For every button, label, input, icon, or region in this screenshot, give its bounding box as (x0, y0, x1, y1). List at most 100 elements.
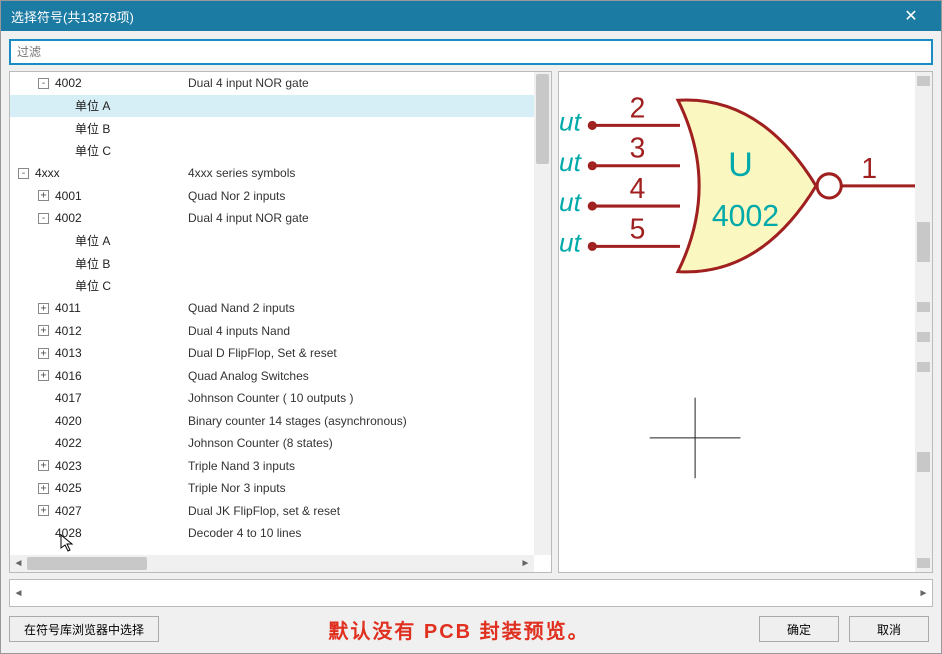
tree-item-name: 单位 B (75, 255, 110, 272)
expand-placeholder (58, 280, 69, 291)
scroll-right-icon[interactable]: ► (517, 555, 534, 572)
tree-row[interactable]: +4016 Quad Analog Switches (10, 365, 534, 388)
symbol-value: 4002 (712, 200, 779, 233)
dialog-window: 选择符号(共13878项) ✕ -4002Dual 4 input NOR ga… (0, 0, 942, 654)
tree-row[interactable]: 4022Johnson Counter (8 states) (10, 432, 534, 455)
filter-input[interactable] (9, 39, 933, 65)
tree-item-desc: Quad Analog Switches (188, 369, 309, 383)
expand-placeholder (58, 145, 69, 156)
tree-row[interactable]: +4025 Triple Nor 3 inputs (10, 477, 534, 500)
tree-row[interactable]: 单位 C (10, 140, 534, 163)
tree-row[interactable]: -4002 Dual 4 input NOR gate (10, 72, 534, 95)
tree-row[interactable]: 4028 Decoder 4 to 10 lines (10, 522, 534, 545)
tree-row[interactable]: 单位 A (10, 230, 534, 253)
tree-row[interactable]: +4011 Quad Nand 2 inputs (10, 297, 534, 320)
tree-row[interactable]: +4001 Quad Nor 2 inputs (10, 185, 534, 208)
pin-name: ut (559, 187, 583, 217)
expand-icon[interactable]: + (38, 483, 49, 494)
tree-item-desc: Triple Nand 3 inputs (188, 459, 295, 473)
expand-icon[interactable]: + (38, 190, 49, 201)
annotation-text: 默认没有 PCB 封装预览。 (167, 615, 751, 644)
tree-row[interactable]: 单位 B (10, 252, 534, 275)
pin-name: ut (559, 106, 583, 136)
tree-item-name: 4xxx (35, 166, 60, 180)
tree-item-desc: Dual JK FlipFlop, set & reset (188, 504, 340, 518)
tree-row[interactable]: 单位 C (10, 275, 534, 298)
tree-row[interactable]: 单位 B (10, 117, 534, 140)
expand-icon[interactable]: + (38, 460, 49, 471)
expand-placeholder (38, 393, 49, 404)
tree-row[interactable]: 4020 Binary counter 14 stages (asynchrono… (10, 410, 534, 433)
tree-row[interactable]: +4013 Dual D FlipFlop, Set & reset (10, 342, 534, 365)
tree-item-name: 单位 A (75, 232, 110, 249)
scroll-left-icon[interactable]: ◄ (10, 555, 27, 572)
tree-scroll[interactable]: -4002Dual 4 input NOR gate单位 A单位 B单位 C-4… (9, 71, 552, 573)
tree-item-desc: Decoder 4 to 10 lines (188, 526, 301, 540)
ok-button[interactable]: 确定 (759, 616, 839, 642)
collapse-icon[interactable]: - (38, 213, 49, 224)
tree-item-desc: Johnson Counter ( 10 outputs ) (188, 391, 353, 405)
window-title: 选择符号(共13878项) (11, 7, 891, 26)
main-row: -4002Dual 4 input NOR gate单位 A单位 B单位 C-4… (9, 71, 933, 573)
tree-row[interactable]: -4xxx 4xxx series symbols (10, 162, 534, 185)
inverter-bubble-icon (817, 174, 841, 198)
tree-item-desc: Triple Nor 3 inputs (188, 481, 286, 495)
gate-body (678, 100, 816, 272)
tree-item-name: 4013 (55, 346, 82, 360)
collapse-icon[interactable]: - (18, 168, 29, 179)
tree-item-name: 4020 (55, 414, 82, 428)
expand-placeholder (38, 528, 49, 539)
expand-placeholder (58, 258, 69, 269)
close-icon[interactable]: ✕ (891, 6, 931, 26)
tree-panel: -4002Dual 4 input NOR gate单位 A单位 B单位 C-4… (9, 71, 552, 573)
tree-item-name: 单位 A (75, 97, 110, 114)
pin-number: 4 (630, 172, 646, 204)
tree-item-name: 4002 (55, 76, 82, 90)
tree-item-desc: Quad Nor 2 inputs (188, 189, 285, 203)
tree-item-name: 单位 C (75, 277, 111, 294)
expand-icon[interactable]: + (38, 505, 49, 516)
pin-name: ut (559, 147, 583, 177)
selected-symbol-bar[interactable]: ◄ ► (9, 579, 933, 607)
tree-item-desc: Quad Nand 2 inputs (188, 301, 295, 315)
expand-icon[interactable]: + (38, 348, 49, 359)
tree-row[interactable]: +4027Dual JK FlipFlop, set & reset (10, 500, 534, 523)
tree-row[interactable]: +4023Triple Nand 3 inputs (10, 455, 534, 478)
tree-item-name: 单位 C (75, 142, 111, 159)
tree-item-name: 4001 (55, 189, 82, 203)
symbol-preview[interactable]: ut ut ut ut (558, 71, 933, 573)
browse-library-button[interactable]: 在符号库浏览器中选择 (9, 616, 159, 642)
symbol-ref: U (728, 146, 753, 184)
tree-item-desc: Binary counter 14 stages (asynchronous) (188, 414, 407, 428)
pin-name: ut (559, 227, 583, 257)
tree-row[interactable]: 单位 A (10, 95, 534, 118)
titlebar[interactable]: 选择符号(共13878项) ✕ (1, 1, 941, 31)
tree-item-desc: Dual D FlipFlop, Set & reset (188, 346, 337, 360)
expand-icon[interactable]: + (38, 325, 49, 336)
tree-row[interactable]: +4012Dual 4 inputs Nand (10, 320, 534, 343)
tree-item-desc: Dual 4 input NOR gate (188, 211, 309, 225)
tree-item-desc: Johnson Counter (8 states) (188, 436, 333, 450)
tree-item-name: 4016 (55, 369, 82, 383)
tree-item-desc: 4xxx series symbols (188, 166, 295, 180)
expand-icon[interactable]: + (38, 370, 49, 381)
tree-row[interactable]: -4002Dual 4 input NOR gate (10, 207, 534, 230)
tree-item-name: 4011 (55, 301, 81, 315)
expand-placeholder (58, 235, 69, 246)
tree-item-desc: Dual 4 input NOR gate (188, 76, 309, 90)
expand-placeholder (58, 100, 69, 111)
collapse-icon[interactable]: - (38, 78, 49, 89)
tree-item-name: 4017 (55, 391, 82, 405)
horizontal-scrollbar[interactable]: ◄ ► (10, 555, 534, 572)
preview-scrollbar[interactable] (915, 72, 932, 572)
pin-number: 3 (630, 132, 646, 164)
expand-icon[interactable]: + (38, 303, 49, 314)
tree-item-name: 单位 B (75, 120, 110, 137)
cancel-button[interactable]: 取消 (849, 616, 929, 642)
pin-number: 5 (630, 212, 646, 244)
expand-placeholder (38, 415, 49, 426)
tree-item-name: 4025 (55, 481, 82, 495)
tree-item-name: 4028 (55, 526, 82, 540)
vertical-scrollbar[interactable] (534, 72, 551, 555)
tree-row[interactable]: 4017 Johnson Counter ( 10 outputs ) (10, 387, 534, 410)
